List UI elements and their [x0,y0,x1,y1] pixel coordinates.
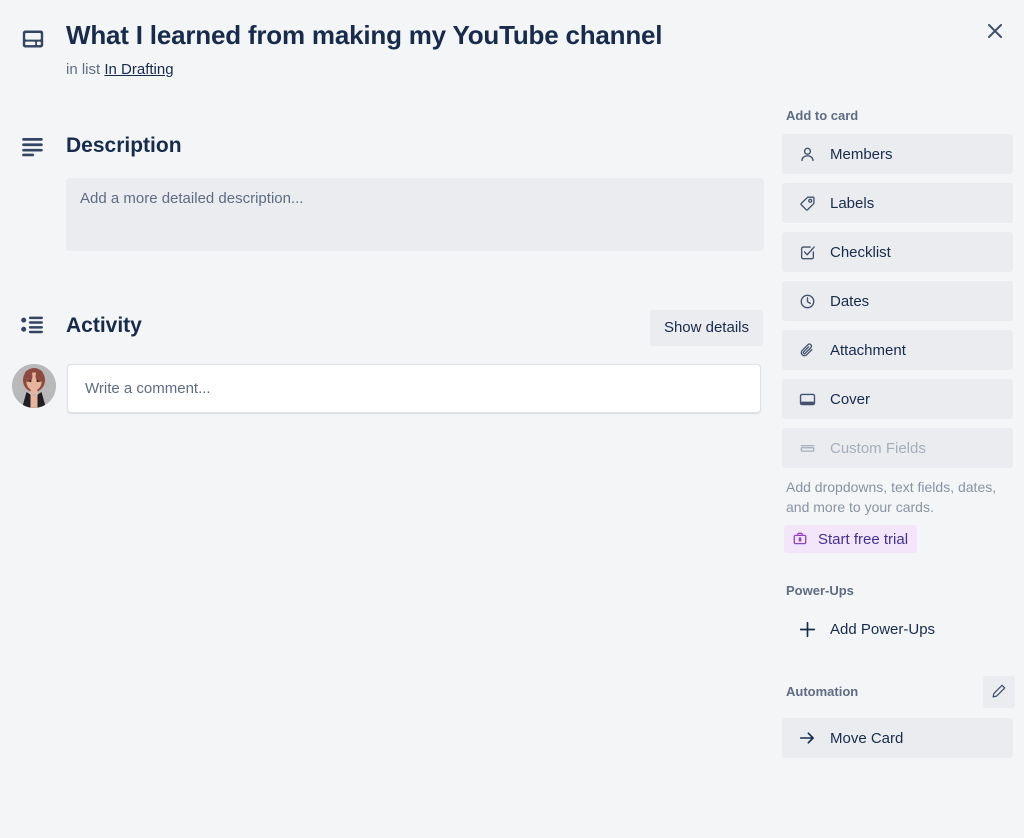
add-to-card-heading: Add to card [786,108,859,123]
arrow-right-icon [797,728,817,748]
user-avatar-photo[interactable] [12,364,56,408]
custom-fields-icon [797,438,817,458]
card-sidebar: Add to card Members Labels Checklist Dat… [782,0,1024,838]
add-power-ups-button[interactable]: Add Power-Ups [782,609,1013,649]
card-cover-icon [20,26,50,52]
description-heading: Description [66,134,182,157]
activity-heading: Activity [66,314,142,337]
sidebar-item-label: Attachment [830,341,906,359]
sidebar-item-members[interactable]: Members [782,134,1013,174]
plus-icon [797,619,817,639]
sidebar-item-checklist[interactable]: Checklist [782,232,1013,272]
start-free-trial-label: Start free trial [818,530,909,548]
sidebar-item-label: Checklist [830,243,891,261]
description-lines-icon [20,133,50,159]
sidebar-item-labels[interactable]: Labels [782,183,1013,223]
activity-section: Activity Show details [0,308,782,413]
sidebar-item-custom-fields[interactable]: Custom Fields [782,428,1013,468]
sidebar-item-label: Members [830,145,893,163]
paperclip-icon [797,340,817,360]
activity-list-icon [20,313,50,339]
sidebar-item-label: Labels [830,194,875,212]
briefcase-icon [791,530,809,548]
description-section: Description Add a more detailed descript… [0,128,782,251]
card-detail-main: What I learned from making my YouTube ch… [0,0,782,838]
show-details-button[interactable]: Show details [649,310,763,346]
sidebar-item-attachment[interactable]: Attachment [782,330,1013,370]
sidebar-item-label: Cover [830,390,871,408]
list-name-link[interactable]: In Drafting [104,61,173,78]
label-tag-icon [797,193,817,213]
description-placeholder-box[interactable]: Add a more detailed description... [66,178,764,251]
sidebar-item-label: Dates [830,292,870,310]
add-power-ups-label: Add Power-Ups [830,620,936,638]
automation-heading-row: Automation [782,676,1024,708]
edit-automation-button[interactable] [983,676,1015,708]
comment-input[interactable] [67,364,761,413]
sidebar-item-label: Custom Fields [830,439,926,457]
comment-composer-row [0,364,782,413]
card-header: What I learned from making my YouTube ch… [0,18,782,80]
automation-item-label: Move Card [830,729,904,747]
sidebar-item-dates[interactable]: Dates [782,281,1013,321]
power-ups-heading: Power-Ups [786,583,854,598]
custom-fields-note: Add dropdowns, text fields, dates, and m… [786,479,997,515]
card-list-breadcrumb: in list In Drafting [66,60,782,80]
person-icon [797,144,817,164]
cover-icon [797,389,817,409]
sidebar-item-cover[interactable]: Cover [782,379,1013,419]
automation-heading: Automation [786,684,859,699]
checkbox-icon [797,242,817,262]
clock-icon [797,291,817,311]
pencil-icon [991,683,1007,702]
card-title[interactable]: What I learned from making my YouTube ch… [66,18,782,52]
start-free-trial-button[interactable]: Start free trial [784,525,918,553]
in-list-label: in list [66,61,101,78]
automation-item-move-card[interactable]: Move Card [782,718,1013,758]
